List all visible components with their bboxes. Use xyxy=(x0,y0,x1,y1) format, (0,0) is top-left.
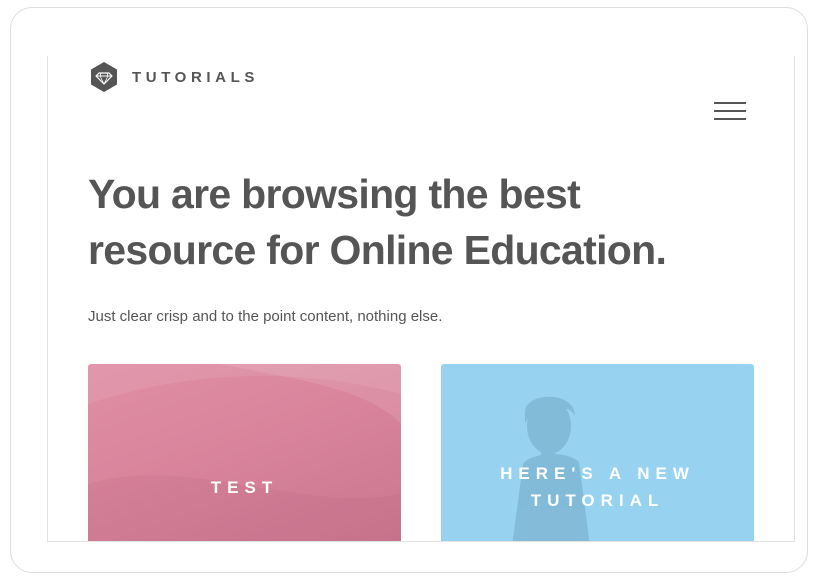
card-title: HERE'S A NEW TUTORIAL xyxy=(500,464,695,510)
menu-line xyxy=(714,118,746,120)
menu-line xyxy=(714,110,746,112)
card-illustration xyxy=(512,396,590,541)
page-title: You are browsing the best resource for O… xyxy=(88,171,667,273)
device-frame: TUTORIALS You are browsing the best reso… xyxy=(10,7,808,573)
page-subtitle: Just clear crisp and to the point conten… xyxy=(88,308,443,325)
brand-name: TUTORIALS xyxy=(132,68,259,86)
tutorial-card-test[interactable]: TEST xyxy=(88,364,401,541)
menu-line xyxy=(714,102,746,104)
hamburger-menu-icon[interactable] xyxy=(712,100,748,124)
tutorial-card-new[interactable]: HERE'S A NEW TUTORIAL xyxy=(441,364,754,541)
card-texture xyxy=(88,364,401,541)
diamond-icon xyxy=(91,62,117,92)
brand-logo[interactable]: TUTORIALS xyxy=(90,61,259,93)
page-viewport: TUTORIALS You are browsing the best reso… xyxy=(47,56,795,542)
card-title: TEST xyxy=(210,478,279,497)
